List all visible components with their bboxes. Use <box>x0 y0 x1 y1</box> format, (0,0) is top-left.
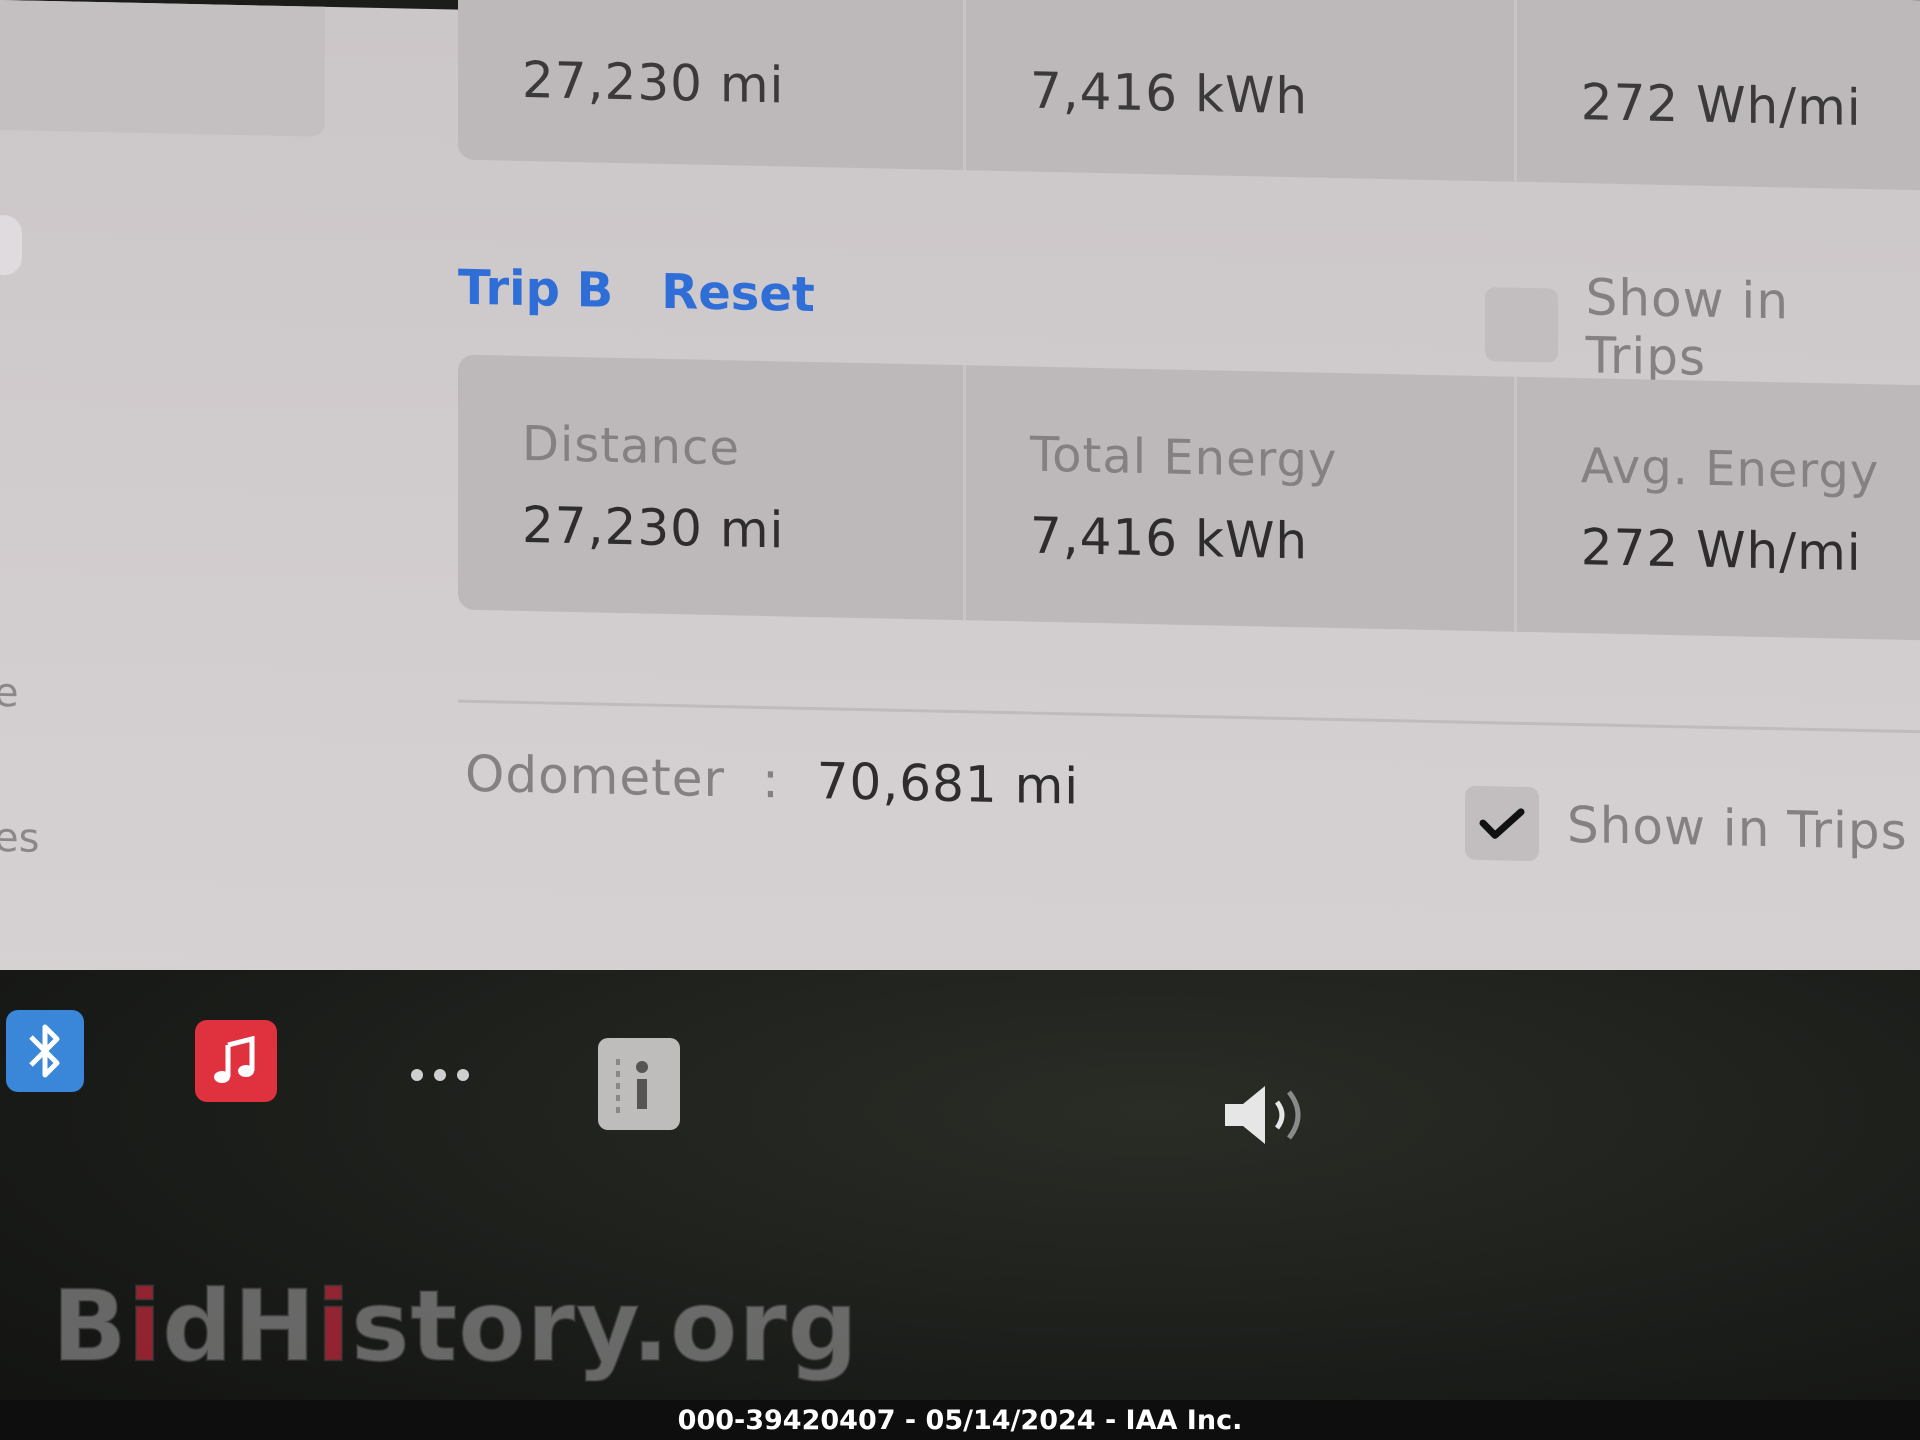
section-divider <box>458 699 1920 734</box>
odometer-show-in-trips-label: Show in Trips <box>1567 795 1908 861</box>
trip-a-avg-cell: 272 Wh/mi <box>1517 0 1920 191</box>
odometer-value: 70,681 mi <box>816 752 1080 816</box>
trip-b-total-energy-value: 7,416 kWh <box>1029 506 1309 571</box>
trip-b-show-in-trips-label: Show in Trips <box>1585 268 1790 387</box>
odometer-show-in-trips[interactable]: Show in Trips <box>1465 785 1908 869</box>
trip-a-distance-value: 27,230 mi <box>522 50 785 115</box>
trip-b-title[interactable]: Trip B <box>458 260 613 319</box>
trip-a-avg-energy-value: 272 Wh/mi <box>1580 73 1862 137</box>
trip-b-energy-cell: Total Energy 7,416 kWh <box>965 365 1517 632</box>
volume-icon[interactable] <box>1215 1070 1335 1160</box>
trip-a-total-energy-value: 7,416 kWh <box>1029 61 1309 126</box>
bluetooth-icon[interactable] <box>6 1010 84 1092</box>
trip-a-distance-cell: 27,230 mi <box>458 0 966 171</box>
watermark: BidHistory.org <box>51 1269 859 1385</box>
trip-a-energy-cell: 7,416 kWh <box>965 0 1517 182</box>
odometer-show-in-trips-checkbox[interactable] <box>1465 785 1539 862</box>
trip-a-stats: 27,230 mi 7,416 kWh 272 Wh/mi <box>458 0 1920 192</box>
odometer-label: Odometer <box>465 744 726 809</box>
trip-b-avg-energy-label: Avg. Energy <box>1580 438 1880 501</box>
sidebar-toggle[interactable] <box>0 214 22 276</box>
trip-b-distance-value: 27,230 mi <box>522 495 785 560</box>
trip-b-avg-cell: Avg. Energy 272 Wh/mi <box>1517 377 1920 641</box>
sidebar-panel <box>0 0 325 137</box>
trip-b-total-energy-label: Total Energy <box>1029 426 1338 490</box>
checkmark-icon <box>1479 808 1525 839</box>
touchscreen-display: e es 27,230 mi 7,416 kWh 272 Wh/mi Trip … <box>0 0 1920 1051</box>
manual-info-icon[interactable] <box>598 1038 680 1130</box>
odometer-separator: : <box>761 750 780 810</box>
odometer-readout: Odometer : 70,681 mi <box>465 745 1079 816</box>
photo-caption: 000-39420407 - 05/14/2024 - IAA Inc. <box>0 1400 1920 1440</box>
trip-b-reset-button[interactable]: Reset <box>661 264 815 323</box>
trip-b-distance-label: Distance <box>522 415 740 477</box>
trip-b-header: Trip B Reset <box>458 260 815 323</box>
music-icon[interactable] <box>195 1020 277 1102</box>
trip-b-avg-energy-value: 272 Wh/mi <box>1580 518 1862 582</box>
trip-b-show-in-trips[interactable]: Show in Trips <box>1485 266 1920 391</box>
sidebar-label-fragment: e <box>0 669 19 717</box>
trip-b-stats: Distance 27,230 mi Total Energy 7,416 kW… <box>458 354 1920 642</box>
sidebar-label-fragment: es <box>0 814 40 862</box>
more-icon[interactable] <box>395 1045 485 1105</box>
trip-b-show-in-trips-checkbox[interactable] <box>1485 287 1558 363</box>
trip-b-distance-cell: Distance 27,230 mi <box>458 354 966 621</box>
